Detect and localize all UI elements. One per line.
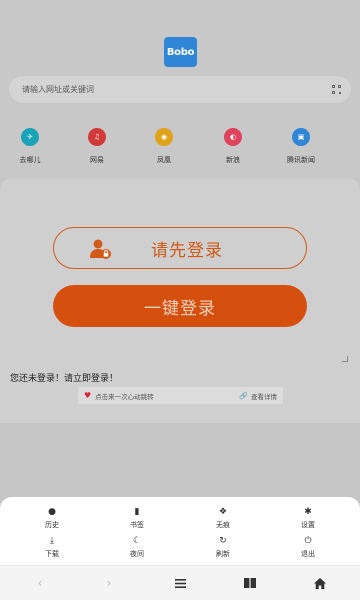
forward-icon[interactable]: ›	[99, 575, 119, 591]
menu-item-settings[interactable]: ✱ 设置	[278, 507, 338, 530]
menu-item-bookmarks[interactable]: ▮ 书签	[107, 507, 167, 530]
music-icon: ♫	[88, 128, 106, 146]
login-notice: 您还未登录！请立即登录！	[10, 374, 119, 384]
bookmark-icon: ▮	[134, 507, 140, 517]
menu-item-night-mode[interactable]: ☾ 夜间	[107, 536, 167, 559]
book-icon[interactable]	[240, 575, 260, 591]
history-icon: ●	[48, 507, 56, 517]
resize-handle-icon[interactable]	[342, 356, 348, 362]
promo-bar[interactable]: ♥ 点击来一次心动跳转 🔗 查看详情	[78, 387, 283, 404]
heart-icon: ♥	[84, 391, 92, 400]
quick-link-label: 腾讯新闻	[287, 156, 315, 164]
back-icon[interactable]: ‹	[30, 575, 50, 591]
menu-item-label: 退出	[301, 550, 315, 558]
search-bar[interactable]: 请输入网址或关键词	[9, 76, 351, 103]
menu-item-label: 无痕	[216, 521, 230, 529]
login-button[interactable]: 请先登录	[53, 227, 307, 269]
download-icon: ⤓	[50, 536, 54, 546]
login-panel: 请先登录 一键登录 您还未登录！请立即登录！ ♥ 点击来一次心动跳转 🔗 查看详…	[0, 178, 360, 423]
menu-item-incognito[interactable]: ❖ 无痕	[193, 507, 253, 530]
quick-link-sina[interactable]: ◐ 新浪	[203, 128, 263, 165]
menu-item-exit[interactable]: ⏻ 退出	[278, 536, 338, 559]
quick-link-ifeng[interactable]: ◉ 凤凰	[134, 128, 194, 165]
search-input[interactable]: 请输入网址或关键词	[22, 84, 332, 95]
gear-icon: ✱	[304, 507, 312, 517]
plane-icon: ✈	[21, 128, 39, 146]
app-logo: Bobo	[164, 37, 197, 67]
menu-icon[interactable]	[170, 575, 190, 591]
quick-link-tencent-news[interactable]: ▣ 腾讯新闻	[271, 128, 331, 165]
refresh-icon: ↻	[219, 536, 227, 546]
quick-link-label: 新浪	[226, 156, 240, 164]
news-icon: ▣	[292, 128, 310, 146]
login-button-label: 请先登录	[151, 240, 223, 261]
phoenix-icon: ◉	[155, 128, 173, 146]
menu-item-history[interactable]: ● 历史	[22, 507, 82, 530]
menu-item-label: 夜间	[130, 550, 144, 558]
quick-link-label: 网易	[90, 156, 104, 164]
qr-scan-icon[interactable]	[332, 85, 341, 94]
quick-link-qunar[interactable]: ✈ 去哪儿	[0, 128, 60, 165]
moon-icon: ☾	[132, 536, 142, 546]
home-icon[interactable]	[310, 575, 330, 591]
menu-item-label: 下载	[45, 550, 59, 558]
menu-item-label: 刷新	[216, 550, 230, 558]
quick-links: ✈ 去哪儿 ♫ 网易 ◉ 凤凰 ◐ 新浪 ▣ 腾讯新闻	[0, 128, 360, 168]
menu-item-download[interactable]: ⤓ 下载	[22, 536, 82, 559]
content-area	[0, 423, 360, 500]
one-click-login-button[interactable]: 一键登录	[53, 285, 307, 327]
weibo-icon: ◐	[224, 128, 242, 146]
link-icon: 🔗	[239, 391, 248, 400]
bottom-nav-bar: ‹ ›	[0, 565, 360, 600]
quick-link-netease[interactable]: ♫ 网易	[67, 128, 127, 165]
quick-link-label: 去哪儿	[19, 156, 41, 164]
home-area: Bobo 请输入网址或关键词 ✈ 去哪儿 ♫ 网易 ◉ 凤凰 ◐ 新浪 ▣ 腾讯…	[0, 0, 360, 178]
quick-link-label: 凤凰	[157, 156, 171, 164]
menu-item-label: 历史	[45, 521, 59, 529]
menu-item-label: 设置	[301, 521, 315, 529]
power-icon: ⏻	[304, 536, 312, 546]
paw-icon: ❖	[218, 507, 228, 517]
promo-text: 点击来一次心动跳转	[95, 392, 154, 401]
promo-detail-link[interactable]: 查看详情	[251, 391, 277, 401]
menu-item-refresh[interactable]: ↻ 刷新	[193, 536, 253, 559]
menu-item-label: 书签	[130, 521, 144, 529]
